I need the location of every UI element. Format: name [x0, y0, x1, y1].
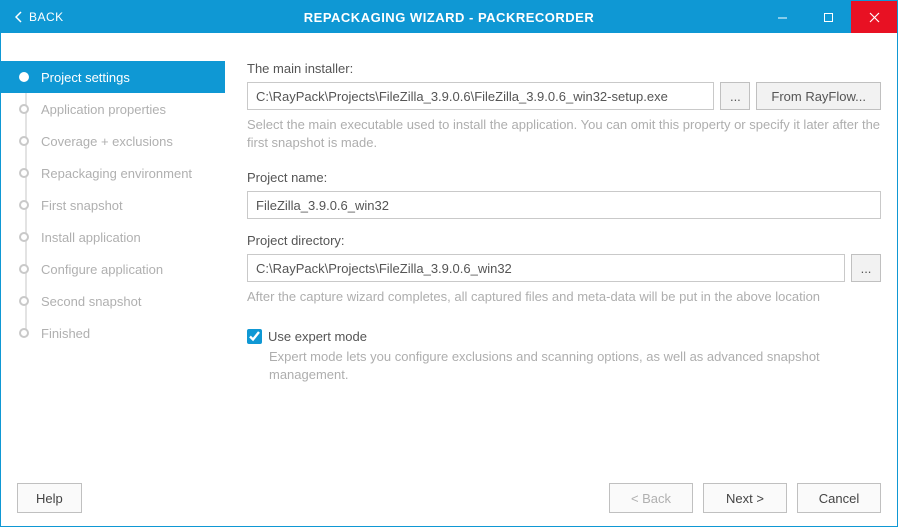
- title-bar: BACK REPACKAGING WIZARD - PACKRECORDER: [1, 1, 897, 33]
- help-button[interactable]: Help: [17, 483, 82, 513]
- project-name-input[interactable]: [247, 191, 881, 219]
- window-title: REPACKAGING WIZARD - PACKRECORDER: [304, 10, 594, 25]
- wizard-steps-sidebar: Project settings Application properties …: [1, 33, 225, 470]
- close-icon: [869, 12, 880, 23]
- step-install-application[interactable]: Install application: [1, 221, 225, 253]
- installer-label: The main installer:: [247, 61, 881, 76]
- step-coverage-exclusions[interactable]: Coverage + exclusions: [1, 125, 225, 157]
- step-project-settings[interactable]: Project settings: [1, 61, 225, 93]
- installer-hint: Select the main executable used to insta…: [247, 116, 881, 152]
- next-nav-button[interactable]: Next >: [703, 483, 787, 513]
- browse-directory-button[interactable]: ...: [851, 254, 881, 282]
- step-label: Install application: [41, 230, 141, 245]
- expert-mode-label: Use expert mode: [268, 329, 367, 344]
- footer-bar: Help < Back Next > Cancel: [1, 470, 897, 526]
- step-label: First snapshot: [41, 198, 123, 213]
- project-directory-label: Project directory:: [247, 233, 881, 248]
- step-label: Repackaging environment: [41, 166, 192, 181]
- step-label: Second snapshot: [41, 294, 141, 309]
- chevron-left-icon: [15, 11, 23, 23]
- step-first-snapshot[interactable]: First snapshot: [1, 189, 225, 221]
- main-panel: The main installer: ... From RayFlow... …: [225, 33, 897, 470]
- step-label: Configure application: [41, 262, 163, 277]
- back-label: BACK: [29, 10, 64, 24]
- back-button[interactable]: BACK: [1, 1, 78, 33]
- step-label: Application properties: [41, 102, 166, 117]
- minimize-button[interactable]: [759, 1, 805, 33]
- step-label: Coverage + exclusions: [41, 134, 173, 149]
- step-finished[interactable]: Finished: [1, 317, 225, 349]
- from-rayflow-button[interactable]: From RayFlow...: [756, 82, 881, 110]
- installer-path-input[interactable]: [247, 82, 714, 110]
- expert-mode-checkbox[interactable]: [247, 329, 262, 344]
- close-button[interactable]: [851, 1, 897, 33]
- window-controls: [759, 1, 897, 33]
- content-area: Project settings Application properties …: [1, 33, 897, 470]
- expert-mode-hint: Expert mode lets you configure exclusion…: [247, 348, 881, 384]
- step-application-properties[interactable]: Application properties: [1, 93, 225, 125]
- step-label: Finished: [41, 326, 90, 341]
- cancel-button[interactable]: Cancel: [797, 483, 881, 513]
- browse-installer-button[interactable]: ...: [720, 82, 750, 110]
- project-directory-hint: After the capture wizard completes, all …: [247, 288, 881, 306]
- step-repackaging-environment[interactable]: Repackaging environment: [1, 157, 225, 189]
- step-second-snapshot[interactable]: Second snapshot: [1, 285, 225, 317]
- step-configure-application[interactable]: Configure application: [1, 253, 225, 285]
- step-label: Project settings: [41, 70, 130, 85]
- minimize-icon: [777, 12, 788, 23]
- project-name-label: Project name:: [247, 170, 881, 185]
- maximize-icon: [823, 12, 834, 23]
- maximize-button[interactable]: [805, 1, 851, 33]
- back-nav-button[interactable]: < Back: [609, 483, 693, 513]
- project-directory-input[interactable]: [247, 254, 845, 282]
